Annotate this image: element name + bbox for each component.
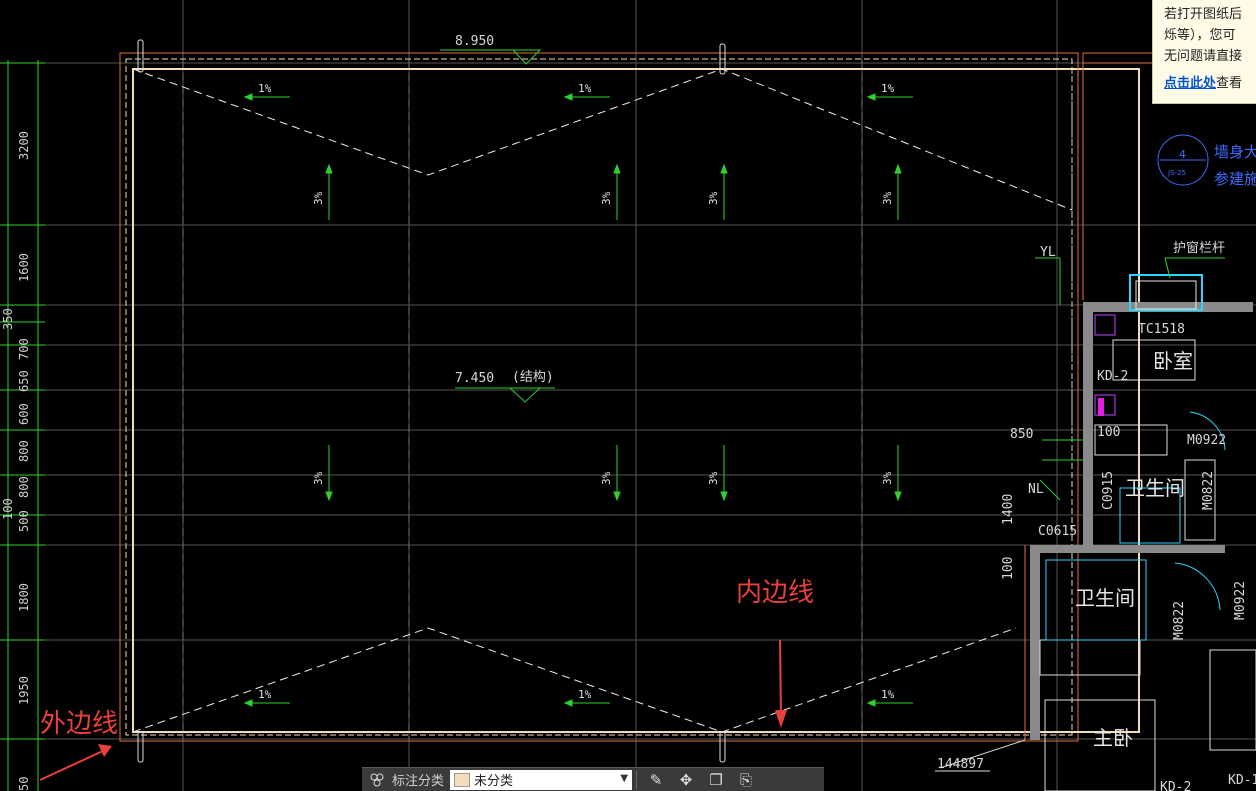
nl-label: NL <box>1028 482 1044 497</box>
category-color-swatch <box>454 772 471 787</box>
detail-number: 4 <box>1179 148 1186 161</box>
room-bath-1: 卫生间 <box>1125 476 1185 500</box>
dim-350: 350 <box>1 308 15 330</box>
slope-label: 1% <box>881 82 895 95</box>
slope-label: 3% <box>600 191 613 205</box>
move-icon[interactable]: ✥ <box>675 769 697 791</box>
cad-drawing-canvas[interactable]: 3200 1600 350 700 650 600 800 800 500 10… <box>0 0 1256 791</box>
m0922-label: M0922 <box>1187 433 1226 448</box>
tip-line-1: 若打开图纸后 <box>1164 7 1243 22</box>
tip-line-3: 无问题请直接 <box>1164 49 1243 64</box>
dim-1400: 1400 <box>1001 494 1016 525</box>
toolbar-label: 标注分类 <box>392 774 445 789</box>
detail-sheet: JS-25 <box>1167 169 1186 177</box>
dim-650: 650 <box>17 370 31 392</box>
struct-note-text: (结构) <box>512 370 554 385</box>
struct-elevation-marker: 7.450 (结构) <box>455 370 555 403</box>
floor-plan-right <box>935 134 1256 791</box>
slope-label: 3% <box>312 191 325 205</box>
dim-1950: 1950 <box>17 676 31 705</box>
dim-500: 500 <box>17 510 31 532</box>
dim-850: 850 <box>1010 427 1033 442</box>
m0922-label-b: M0922 <box>1233 581 1248 620</box>
m0822-label: M0822 <box>1201 471 1216 510</box>
top-elevation-text: 8.950 <box>455 34 494 49</box>
tip-link-suffix: 查看 <box>1216 76 1243 91</box>
grid-column-markers <box>137 39 726 763</box>
wall-note-1: 墙身大 <box>1214 143 1256 161</box>
dim-100b: 100 <box>1097 425 1120 440</box>
notification-tip-panel: 若打开图纸后 烁等），您可 无问题请直接 点击此处查看 <box>1152 0 1256 104</box>
kd2-label-b: KD-2 <box>1160 780 1191 791</box>
annotation-arrows <box>39 639 787 781</box>
slope-label: 1% <box>258 82 272 95</box>
dim-800b: 800 <box>17 476 31 498</box>
dim-700: 700 <box>17 338 31 360</box>
annotation-toolbar: 标注分类 未分类 ▼ ✎ ✥ ❐ ⎘ <box>362 767 824 791</box>
left-dimension-labels: 3200 1600 350 700 650 600 800 800 500 10… <box>1 131 31 791</box>
c0915-label: C0915 <box>1101 471 1116 510</box>
category-select[interactable]: 未分类 ▼ <box>450 769 633 790</box>
dim-100: 100 <box>1 498 15 520</box>
dim-1600: 1600 <box>17 253 31 282</box>
struct-elevation-text: 7.450 <box>455 371 494 386</box>
slope-label: 3% <box>707 471 720 485</box>
roof-ridge-lines <box>132 68 1073 733</box>
slope-labels-3pct: 3% 3% 3% 3% 3% 3% 3% 3% <box>312 191 894 485</box>
copy-icon[interactable]: ❐ <box>705 769 727 791</box>
room-bedroom: 卧室 <box>1153 349 1193 373</box>
slope-label: 1% <box>578 688 592 701</box>
yl-label: YL <box>1040 245 1056 260</box>
room-master: 主卧 <box>1093 726 1133 750</box>
outer-edge-line[interactable] <box>119 52 1079 742</box>
slope-arrows-horizontal <box>243 93 913 707</box>
room-bath-2: 卫生间 <box>1075 586 1135 610</box>
dim-1800: 1800 <box>17 583 31 612</box>
dim-800a: 800 <box>17 440 31 462</box>
toolbar-separator <box>636 770 638 789</box>
kd2-label: KD-2 <box>1097 369 1128 384</box>
chevron-down-icon: ▼ <box>620 772 629 784</box>
slope-arrows-vertical <box>325 163 902 502</box>
tip-link[interactable]: 点击此处 <box>1164 76 1216 91</box>
tip-line-2: 烁等），您可 <box>1164 28 1236 43</box>
category-select-value: 未分类 <box>474 774 514 789</box>
slope-label: 3% <box>707 191 720 205</box>
annotation-category-icon[interactable] <box>366 769 388 791</box>
kd1-label: KD-1 <box>1228 773 1256 788</box>
window-tc-label: TC1518 <box>1138 322 1185 337</box>
slope-label: 3% <box>312 471 325 485</box>
annotation-outer-edge: 外边线 <box>40 709 119 739</box>
grid-lines <box>0 0 1256 791</box>
m0822-label-b: M0822 <box>1172 601 1187 640</box>
railing-label: 护窗栏杆 <box>1173 240 1225 256</box>
wall-note-2: 参建施 <box>1214 170 1256 188</box>
c0615-label: C0615 <box>1038 524 1077 539</box>
slope-label: 1% <box>258 688 272 701</box>
dashed-edge-line <box>125 58 1073 736</box>
slope-label: 3% <box>600 471 613 485</box>
floor-plan-labels: YL NL TC1518 KD-2 M0922 M0822 C0915 C061… <box>937 143 1256 791</box>
slope-label: 1% <box>881 688 895 701</box>
annotation-inner-edge: 内边线 <box>736 578 815 608</box>
dim-50: 50 <box>17 777 31 791</box>
dim-bottom: 144897 <box>937 757 984 772</box>
slope-label: 1% <box>578 82 592 95</box>
edit-icon[interactable]: ✎ <box>645 769 667 791</box>
dim-100a: 100 <box>1001 557 1016 580</box>
dim-600: 600 <box>17 403 31 425</box>
dim-3200: 3200 <box>17 131 31 160</box>
slope-label: 3% <box>881 471 894 485</box>
paste-icon[interactable]: ⎘ <box>735 769 757 791</box>
slope-label: 3% <box>881 191 894 205</box>
